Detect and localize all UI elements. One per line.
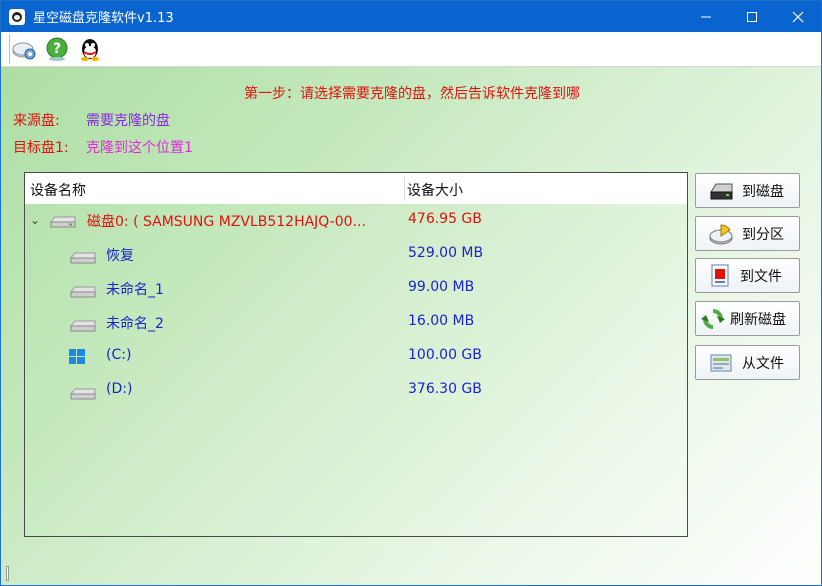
tree-row-disk0[interactable]: ⌄ 磁盘0: ( SAMSUNG MZVLB512HAJQ-00... 476.… (25, 209, 687, 233)
window-controls (683, 1, 821, 32)
drive-icon (49, 216, 76, 228)
column-divider[interactable] (404, 177, 405, 201)
settings-disk-button[interactable] (9, 34, 39, 64)
qq-icon (81, 39, 99, 61)
tree-row-partition[interactable]: (C:) 100.00 GB (25, 345, 687, 369)
disk-size: 476.95 GB (408, 211, 482, 227)
source-label: 来源盘: (13, 113, 60, 129)
to-file-label: 到文件 (740, 268, 782, 285)
partition-name: (C:) (106, 347, 132, 363)
target-value: 克隆到这个位置1 (86, 140, 193, 156)
partition-name: (D:) (106, 381, 133, 397)
app-window: 星空磁盘克隆软件v1.13 ? 第一步：请选择需要克隆的盘，然后告诉软件克隆到哪… (0, 0, 822, 586)
drive-icon (69, 320, 96, 332)
drive-icon (69, 252, 96, 264)
to-file-button[interactable]: 到文件 (695, 258, 800, 293)
chevron-down-icon[interactable]: ⌄ (30, 213, 40, 227)
drive-icon (69, 286, 96, 298)
refresh-disk-button[interactable]: 刷新磁盘 (695, 301, 800, 336)
partition-name: 未命名_1 (106, 282, 164, 298)
source-value: 需要克隆的盘 (86, 113, 170, 129)
settings-disk-icon (12, 42, 36, 60)
minimize-icon (701, 16, 711, 17)
drive-icon (69, 388, 96, 400)
column-header-size[interactable]: 设备大小 (407, 180, 463, 200)
window-title: 星空磁盘克隆软件v1.13 (33, 11, 174, 26)
qq-button[interactable] (75, 34, 105, 64)
tree-row-partition[interactable]: 恢复 529.00 MB (25, 243, 687, 267)
to-partition-label: 到分区 (742, 226, 784, 243)
app-icon (9, 8, 25, 25)
open-file-icon (710, 354, 732, 371)
tree-row-partition[interactable]: 未命名_2 16.00 MB (25, 311, 687, 335)
close-button[interactable] (775, 1, 821, 32)
maximize-icon (747, 11, 757, 22)
tree-row-partition[interactable]: (D:) 376.30 GB (25, 379, 687, 403)
partition-size: 376.30 GB (408, 381, 482, 397)
toolbar: ? (1, 32, 821, 67)
from-file-button[interactable]: 从文件 (695, 345, 800, 380)
partition-size: 529.00 MB (408, 245, 484, 261)
to-partition-button[interactable]: 到分区 (695, 216, 800, 251)
target-label: 目标盘1: (13, 140, 69, 156)
svg-text:?: ? (53, 41, 61, 57)
tree-header: 设备名称 设备大小 (25, 173, 687, 204)
close-icon (792, 11, 804, 22)
column-header-name[interactable]: 设备名称 (30, 180, 86, 200)
hard-disk-icon (710, 183, 733, 199)
title-bar: 星空磁盘克隆软件v1.13 (1, 1, 821, 32)
partition-name: 恢复 (106, 248, 134, 264)
image-file-icon (711, 264, 729, 286)
from-file-label: 从文件 (742, 355, 784, 372)
step-instruction: 第一步：请选择需要克隆的盘，然后告诉软件克隆到哪 (244, 86, 580, 102)
partition-icon (709, 223, 733, 244)
help-icon: ? (46, 37, 68, 61)
device-tree[interactable]: 设备名称 设备大小 ⌄ 磁盘0: ( SAMSUNG MZVLB512HAJQ-… (24, 172, 688, 537)
help-button[interactable]: ? (42, 34, 72, 64)
partition-size: 16.00 MB (408, 313, 475, 329)
refresh-icon (701, 308, 725, 329)
status-indicator (6, 566, 9, 581)
partition-size: 99.00 MB (408, 279, 475, 295)
minimize-button[interactable] (683, 1, 729, 32)
to-disk-button[interactable]: 到磁盘 (695, 173, 800, 208)
partition-size: 100.00 GB (408, 347, 482, 363)
disk-name: 磁盘0: ( SAMSUNG MZVLB512HAJQ-00... (87, 214, 366, 230)
maximize-button[interactable] (729, 1, 775, 32)
tree-row-partition[interactable]: 未命名_1 99.00 MB (25, 277, 687, 301)
windows-icon (69, 349, 85, 364)
partition-name: 未命名_2 (106, 316, 164, 332)
to-disk-label: 到磁盘 (742, 183, 784, 200)
refresh-disk-label: 刷新磁盘 (730, 311, 786, 328)
